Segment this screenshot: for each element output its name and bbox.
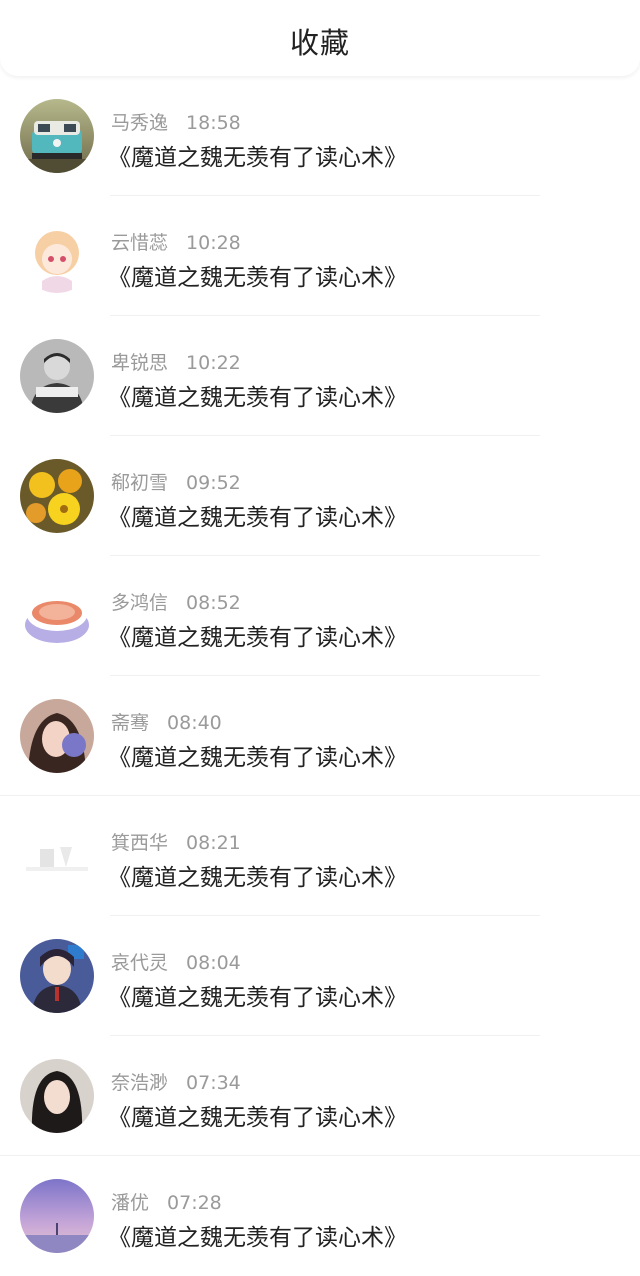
timestamp: 07:34: [186, 1072, 241, 1094]
item-title[interactable]: 《魔道之魏无羡有了读心术》: [108, 378, 407, 412]
woman-long-hair-avatar[interactable]: [20, 1059, 94, 1133]
item-meta: 奈浩渺 07:34: [111, 1068, 241, 1095]
item-title[interactable]: 《魔道之魏无羡有了读心术》: [108, 138, 407, 172]
item-title[interactable]: 《魔道之魏无羡有了读心术》: [108, 258, 407, 292]
user-name: 卑锐思: [111, 352, 169, 374]
user-name: 哀代灵: [111, 952, 169, 974]
timestamp: 08:21: [186, 832, 241, 854]
faded-sketch-avatar[interactable]: [20, 819, 94, 893]
item-title[interactable]: 《魔道之魏无羡有了读心术》: [108, 1098, 407, 1132]
bus-avatar[interactable]: [20, 99, 94, 173]
sunset-sky-avatar[interactable]: [20, 1179, 94, 1253]
user-name: 马秀逸: [111, 112, 169, 134]
favorites-list: 马秀逸 18:58 《魔道之魏无羡有了读心术》 云惜蕊 10:28 《魔道之魏无羡有…: [0, 76, 640, 1276]
timestamp: 08:40: [167, 712, 222, 734]
item-title[interactable]: 《魔道之魏无羡有了读心术》: [108, 978, 407, 1012]
list-item[interactable]: 奈浩渺 07:34 《魔道之魏无羡有了读心术》: [0, 1036, 640, 1156]
item-title[interactable]: 《魔道之魏无羡有了读心术》: [108, 618, 407, 652]
list-item[interactable]: 箕西华 08:21 《魔道之魏无羡有了读心术》: [0, 796, 640, 916]
item-title[interactable]: 《魔道之魏无羡有了读心术》: [108, 1218, 407, 1252]
item-meta: 郗初雪 09:52: [111, 468, 241, 495]
top-header: 收藏: [0, 0, 640, 76]
anime-boy-avatar[interactable]: [20, 939, 94, 1013]
list-item[interactable]: 哀代灵 08:04 《魔道之魏无羡有了读心术》: [0, 916, 640, 1036]
anime-girl-avatar[interactable]: [20, 219, 94, 293]
user-name: 云惜蕊: [111, 232, 169, 254]
list-item[interactable]: 郗初雪 09:52 《魔道之魏无羡有了读心术》: [0, 436, 640, 556]
item-meta: 马秀逸 18:58: [111, 108, 241, 135]
user-name: 奈浩渺: [111, 1072, 169, 1094]
item-title[interactable]: 《魔道之魏无羡有了读心术》: [108, 858, 407, 892]
item-meta: 云惜蕊 10:28: [111, 228, 241, 255]
item-meta: 多鸿信 08:52: [111, 588, 241, 615]
item-title[interactable]: 《魔道之魏无羡有了读心术》: [108, 738, 407, 772]
timestamp: 07:28: [167, 1192, 222, 1214]
list-item[interactable]: 潘优 07:28 《魔道之魏无羡有了读心术》: [0, 1156, 640, 1276]
item-title[interactable]: 《魔道之魏无羡有了读心术》: [108, 498, 407, 532]
list-item[interactable]: 多鸿信 08:52 《魔道之魏无羡有了读心术》: [0, 556, 640, 676]
item-meta: 卑锐思 10:22: [111, 348, 241, 375]
timestamp: 10:28: [186, 232, 241, 254]
list-item[interactable]: 斋骞 08:40 《魔道之魏无羡有了读心术》: [0, 676, 640, 796]
item-meta: 潘优 07:28: [111, 1188, 222, 1215]
timestamp: 08:04: [186, 952, 241, 974]
timestamp: 18:58: [186, 112, 241, 134]
item-meta: 箕西华 08:21: [111, 828, 241, 855]
timestamp: 08:52: [186, 592, 241, 614]
timestamp: 09:52: [186, 472, 241, 494]
list-item[interactable]: 马秀逸 18:58 《魔道之魏无羡有了读心术》: [0, 76, 640, 196]
page-title: 收藏: [289, 26, 350, 60]
item-meta: 斋骞 08:40: [111, 708, 222, 735]
list-item[interactable]: 卑锐思 10:22 《魔道之魏无羡有了读心术》: [0, 316, 640, 436]
woman-portrait-avatar[interactable]: [20, 699, 94, 773]
flowers-avatar[interactable]: [20, 459, 94, 533]
cake-avatar[interactable]: [20, 579, 94, 653]
user-name: 郗初雪: [111, 472, 169, 494]
timestamp: 10:22: [186, 352, 241, 374]
man-photo-avatar[interactable]: [20, 339, 94, 413]
user-name: 潘优: [111, 1192, 150, 1214]
user-name: 箕西华: [111, 832, 169, 854]
list-item[interactable]: 云惜蕊 10:28 《魔道之魏无羡有了读心术》: [0, 196, 640, 316]
item-meta: 哀代灵 08:04: [111, 948, 241, 975]
user-name: 多鸿信: [111, 592, 169, 614]
user-name: 斋骞: [111, 712, 150, 734]
